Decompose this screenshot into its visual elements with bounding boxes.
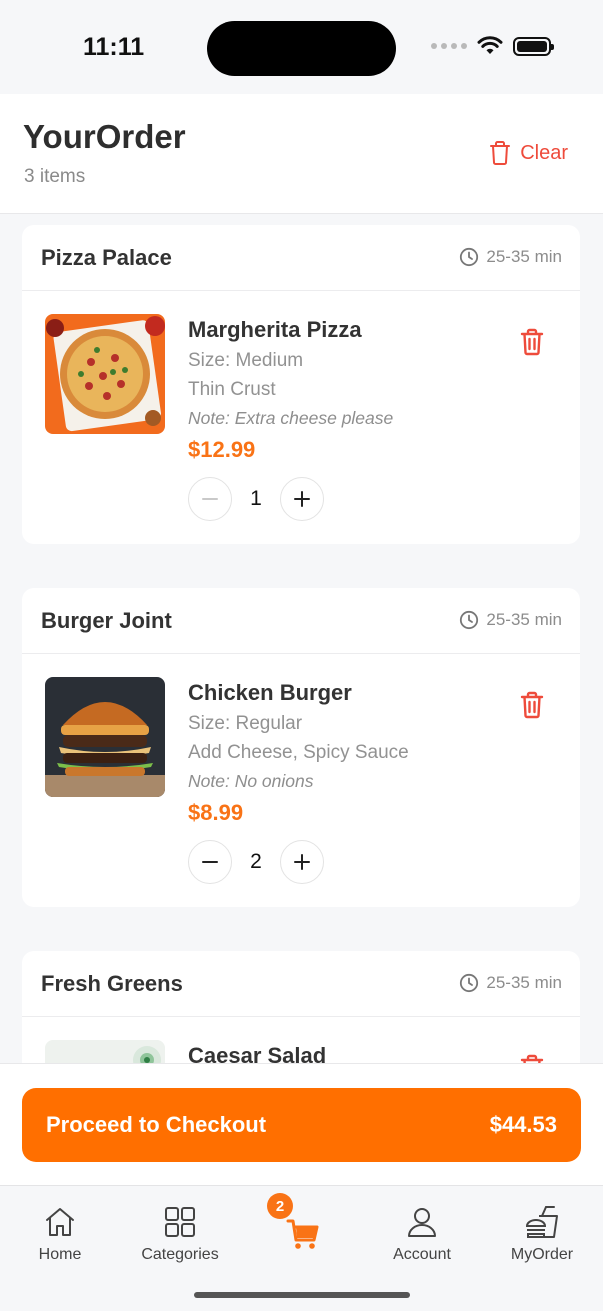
home-indicator (194, 1292, 410, 1298)
quantity-value: 2 (250, 850, 262, 873)
item-size: Size: Medium (188, 350, 304, 371)
quantity-stepper: 1 (188, 477, 324, 521)
delivery-eta: 25-35 min (459, 610, 562, 630)
tab-categories[interactable]: Categories (125, 1204, 235, 1264)
status-bar: 11:11 (0, 0, 603, 94)
delete-item-button[interactable] (519, 1054, 545, 1063)
item-options: Add Cheese, Spicy Sauce (188, 742, 409, 763)
minus-icon (202, 861, 218, 863)
trash-icon (490, 141, 511, 165)
delete-item-button[interactable] (519, 691, 545, 719)
clock-icon (460, 610, 479, 630)
fast-food-icon (525, 1206, 558, 1238)
tab-label: Account (393, 1246, 451, 1263)
tab-cart[interactable] (248, 1216, 358, 1252)
delivery-eta: 25-35 min (459, 973, 562, 993)
restaurant-name: Pizza Palace (41, 245, 172, 270)
tab-label: Home (38, 1246, 82, 1263)
item-name: Margherita Pizza (188, 317, 362, 342)
restaurant-header: Burger Joint 25-35 min (22, 588, 580, 654)
restaurant-header: Pizza Palace 25-35 min (22, 225, 580, 291)
restaurant-card: Fresh Greens 25-35 min Caesar Salad (22, 951, 580, 1063)
proceed-to-checkout-button[interactable]: Proceed to Checkout $44.53 (22, 1088, 581, 1162)
status-icons (431, 36, 554, 56)
checkout-bar: Proceed to Checkout $44.53 (0, 1063, 603, 1185)
cart-item: Chicken Burger Size: Regular Add Cheese,… (22, 654, 580, 907)
restaurant-card: Pizza Palace 25-35 min Margherita Pizza … (22, 225, 580, 544)
page-title: YourOrder (23, 118, 186, 155)
increase-quantity-button[interactable] (280, 840, 324, 884)
plus-icon (294, 491, 310, 507)
delete-item-button[interactable] (519, 328, 545, 356)
decrease-quantity-button[interactable] (188, 840, 232, 884)
eta-label: 25-35 min (486, 973, 562, 992)
dynamic-island (207, 21, 396, 76)
delivery-eta: 25-35 min (459, 247, 562, 267)
cart-item: Margherita Pizza Size: Medium Thin Crust… (22, 291, 580, 544)
item-price: $8.99 (188, 800, 244, 825)
item-name: Chicken Burger (188, 680, 352, 705)
quantity-stepper: 2 (188, 840, 324, 884)
checkout-label: Proceed to Checkout (46, 1112, 267, 1137)
quantity-value: 1 (250, 487, 262, 510)
grid-icon (165, 1207, 195, 1237)
home-icon (46, 1208, 74, 1236)
restaurant-name: Fresh Greens (41, 971, 183, 996)
wifi-icon (477, 36, 503, 54)
cellular-signal-icon (431, 43, 467, 49)
item-options: Thin Crust (188, 379, 276, 400)
eta-label: 25-35 min (486, 247, 562, 266)
order-list[interactable]: Pizza Palace 25-35 min Margherita Pizza … (0, 215, 603, 1063)
pizza-image (45, 314, 165, 434)
increase-quantity-button[interactable] (280, 477, 324, 521)
user-icon (408, 1208, 436, 1237)
tab-label: Categories (141, 1246, 219, 1263)
restaurant-card: Burger Joint 25-35 min Chicken Burger Si… (22, 588, 580, 907)
order-header: YourOrder 3 items Clear (0, 94, 603, 214)
clear-label: Clear (520, 141, 568, 164)
clear-button[interactable]: Clear (488, 140, 568, 166)
salad-image (45, 1040, 165, 1063)
battery-icon (513, 36, 554, 56)
eta-label: 25-35 min (486, 610, 562, 629)
tab-account[interactable]: Account (367, 1204, 477, 1264)
item-note: Note: Extra cheese please (188, 408, 394, 428)
plus-icon (294, 854, 310, 870)
restaurant-name: Burger Joint (41, 608, 172, 633)
tab-home[interactable]: Home (5, 1204, 115, 1264)
item-note: Note: No onions (188, 771, 314, 791)
decrease-quantity-button[interactable] (188, 477, 232, 521)
cart-item: Caesar Salad (22, 1017, 580, 1063)
cart-icon (286, 1219, 319, 1249)
restaurant-header: Fresh Greens 25-35 min (22, 951, 580, 1017)
clock-icon (460, 247, 479, 267)
item-count: 3 items (24, 166, 86, 187)
cart-badge: 2 (267, 1193, 293, 1219)
tab-myorder[interactable]: MyOrder (487, 1204, 597, 1264)
item-name: Caesar Salad (188, 1043, 327, 1063)
minus-icon (202, 498, 218, 500)
tab-label: MyOrder (510, 1246, 574, 1263)
checkout-total: $44.53 (489, 1112, 557, 1137)
clock-icon (460, 973, 479, 993)
burger-image (45, 677, 165, 797)
item-size: Size: Regular (188, 713, 303, 734)
status-time: 11:11 (83, 33, 145, 61)
item-price: $12.99 (188, 437, 256, 462)
